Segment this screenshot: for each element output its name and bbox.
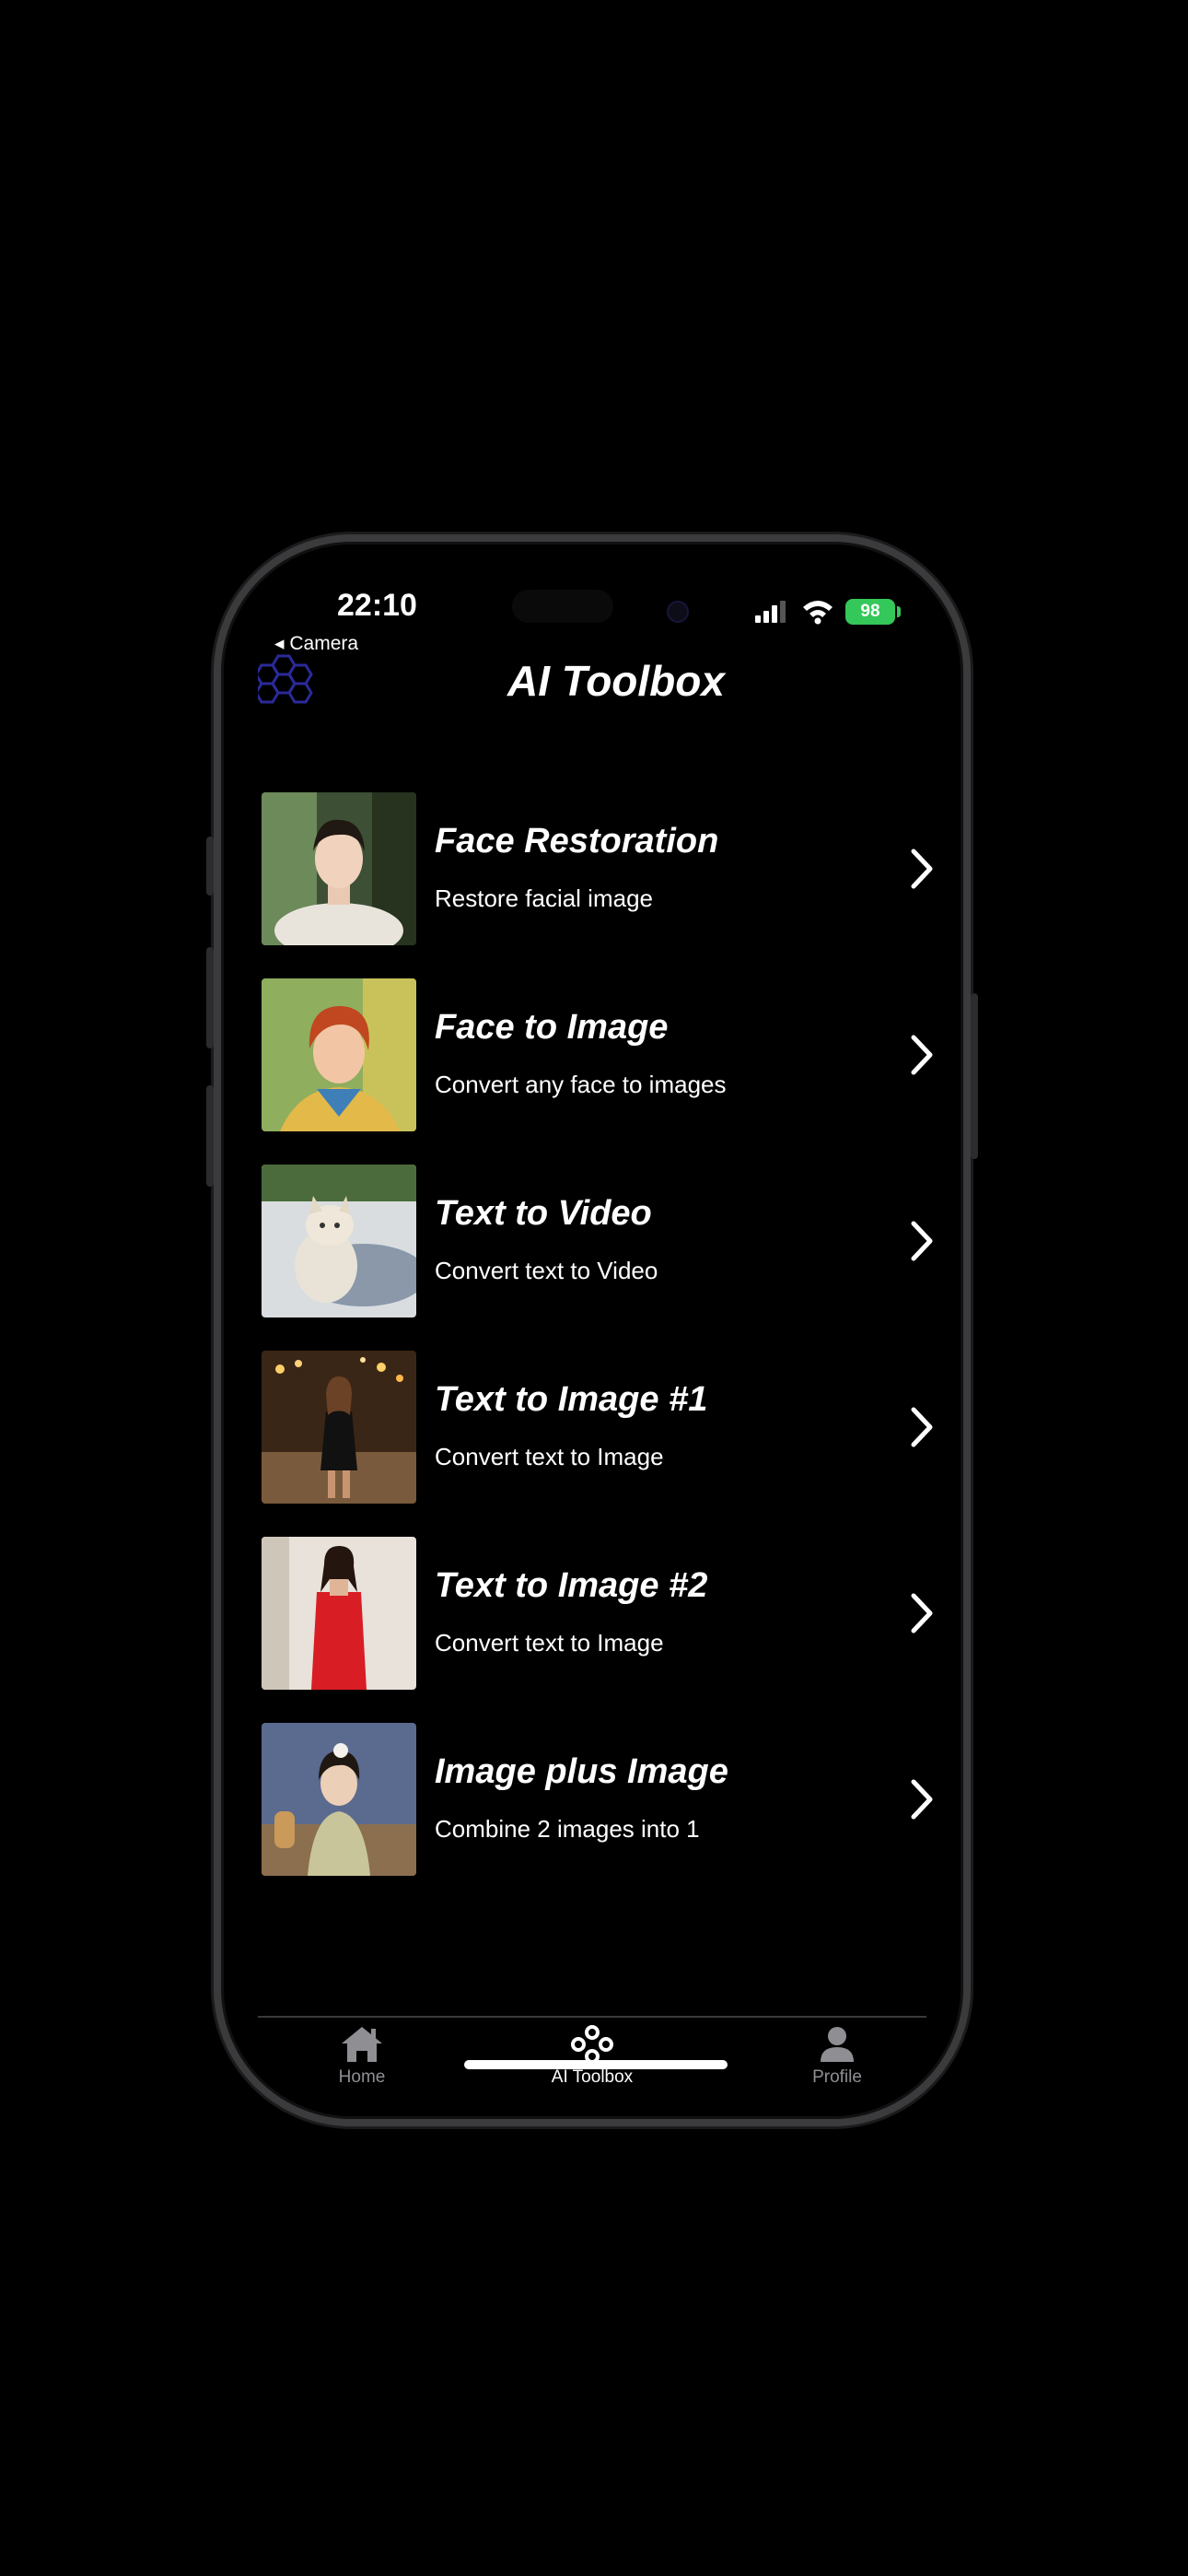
toolbox-icon: [571, 2025, 613, 2064]
tool-subtitle: Convert text to Video: [435, 1257, 658, 1284]
image-plus-image-thumbnail: [262, 1723, 416, 1876]
chevron-right-icon: [911, 1779, 933, 1820]
tab-home-label: Home: [338, 2067, 386, 2087]
tab-profile-label: Profile: [812, 2067, 862, 2087]
camera-dot-icon: [667, 601, 689, 623]
tool-row-text-to-video[interactable]: Text to Video Convert text to Video: [245, 1165, 939, 1317]
dynamic-island: [512, 590, 613, 623]
tool-row-text-to-image-1[interactable]: Text to Image #1 Convert text to Image: [245, 1351, 939, 1504]
tab-bar-divider: [258, 2016, 926, 2018]
text-to-image-1-thumbnail: [262, 1351, 416, 1504]
volume-up-button: [206, 947, 214, 1048]
profile-icon: [821, 2027, 854, 2062]
text-to-image-2-thumbnail: [262, 1537, 416, 1690]
screen: 22:10 ◂ Camera 98 AI Toolbox Face Restor…: [245, 562, 939, 2099]
home-icon: [342, 2027, 382, 2062]
battery-indicator: 98: [845, 599, 895, 625]
tab-home[interactable]: Home: [270, 2025, 454, 2088]
tool-subtitle: Convert any face to images: [435, 1071, 727, 1098]
action-button: [206, 837, 214, 896]
tool-row-face-to-image[interactable]: Face to Image Convert any face to images: [245, 978, 939, 1131]
chevron-right-icon: [911, 1221, 933, 1261]
face-to-image-thumbnail: [262, 978, 416, 1131]
cellular-signal-icon: [755, 601, 786, 623]
battery-tip: [897, 606, 901, 617]
tool-title: Face to Image: [435, 1008, 669, 1047]
volume-down-button: [206, 1085, 214, 1187]
tab-ai-toolbox[interactable]: AI Toolbox: [500, 2025, 684, 2088]
tool-row-text-to-image-2[interactable]: Text to Image #2 Convert text to Image: [245, 1537, 939, 1690]
phone-frame: 22:10 ◂ Camera 98 AI Toolbox Face Restor…: [206, 534, 978, 2126]
chevron-right-icon: [911, 1593, 933, 1633]
tool-row-image-plus-image[interactable]: Image plus Image Combine 2 images into 1: [245, 1723, 939, 1876]
tool-title: Text to Video: [435, 1194, 652, 1233]
tool-title: Face Restoration: [435, 822, 719, 861]
tool-subtitle: Convert text to Image: [435, 1629, 664, 1657]
status-time: 22:10: [337, 588, 417, 623]
tool-subtitle: Combine 2 images into 1: [435, 1815, 700, 1843]
wifi-icon: [803, 601, 833, 625]
tab-profile[interactable]: Profile: [745, 2025, 929, 2088]
face-restoration-thumbnail: [262, 792, 416, 945]
text-to-video-thumbnail: [262, 1165, 416, 1317]
tool-subtitle: Restore facial image: [435, 884, 653, 912]
tool-title: Text to Image #2: [435, 1566, 708, 1605]
tool-subtitle: Convert text to Image: [435, 1443, 664, 1470]
tool-title: Image plus Image: [435, 1752, 728, 1791]
tool-list: Face Restoration Restore facial image Fa…: [245, 792, 939, 1909]
tab-ai-toolbox-label: AI Toolbox: [551, 2067, 634, 2087]
chevron-right-icon: [911, 1035, 933, 1075]
tool-title: Text to Image #1: [435, 1380, 708, 1419]
tool-row-face-restoration[interactable]: Face Restoration Restore facial image: [245, 792, 939, 945]
power-button: [971, 993, 978, 1159]
chevron-right-icon: [911, 849, 933, 889]
home-indicator[interactable]: [464, 2060, 728, 2069]
page-title: AI Toolbox: [507, 657, 725, 705]
chevron-right-icon: [911, 1407, 933, 1447]
